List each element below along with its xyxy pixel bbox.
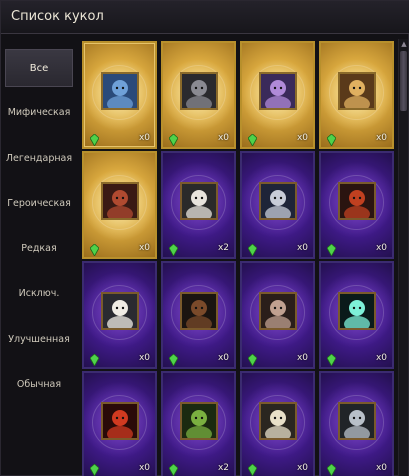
filter-heroic[interactable]: Героическая	[5, 184, 73, 222]
green-gem-icon	[168, 461, 179, 476]
filter-label: Героическая	[7, 197, 71, 209]
doll-card[interactable]: x0	[240, 41, 315, 149]
doll-list-window: Список кукол Все Мифическая Легендарная …	[0, 0, 409, 476]
blue-armored-knight-portrait-icon	[101, 72, 139, 110]
green-gem-icon	[326, 461, 337, 476]
doll-card[interactable]: x2	[161, 151, 236, 259]
green-gem-icon	[168, 131, 179, 147]
green-gem-icon	[89, 351, 100, 367]
filter-improved[interactable]: Улучшенная	[5, 320, 73, 358]
green-gem-icon	[89, 461, 100, 476]
doll-card[interactable]: x0	[319, 261, 394, 369]
filter-all[interactable]: Все	[5, 49, 73, 87]
doll-count: x0	[296, 463, 308, 473]
green-gem-icon	[247, 461, 258, 476]
doll-count: x0	[138, 463, 150, 473]
doll-count: x0	[375, 243, 387, 253]
doll-card[interactable]: x0	[240, 151, 315, 259]
doll-count: x0	[375, 463, 387, 473]
doll-count: x0	[138, 243, 150, 253]
green-gem-icon	[326, 241, 337, 257]
doll-card[interactable]: x0	[319, 41, 394, 149]
filter-label: Все	[29, 62, 49, 74]
filter-mythic[interactable]: Мифическая	[5, 93, 73, 131]
filter-legendary[interactable]: Легендарная	[5, 139, 73, 177]
green-gem-icon	[168, 241, 179, 257]
doll-count: x2	[217, 463, 229, 473]
dark-armored-knight-portrait-icon	[180, 72, 218, 110]
green-gem-icon	[247, 241, 258, 257]
title-bar: Список кукол	[1, 1, 409, 34]
filter-label: Улучшенная	[8, 333, 70, 345]
doll-card[interactable]: x2	[161, 371, 236, 476]
filter-label: Редкая	[21, 242, 57, 254]
scroll-up-icon[interactable]: ▲	[399, 39, 409, 49]
doll-count: x0	[296, 353, 308, 363]
scroll-thumb[interactable]	[400, 51, 407, 111]
doll-count: x0	[217, 133, 229, 143]
green-goblin-portrait-icon	[180, 402, 218, 440]
white-haired-elf-portrait-icon	[101, 292, 139, 330]
doll-card[interactable]: x0	[161, 41, 236, 149]
doll-count: x0	[296, 133, 308, 143]
doll-card[interactable]: x0	[240, 371, 315, 476]
rarity-filter-sidebar: Все Мифическая Легендарная Героическая Р…	[1, 41, 75, 476]
doll-count: x2	[217, 243, 229, 253]
green-gem-icon	[247, 131, 258, 147]
green-gem-icon	[168, 351, 179, 367]
red-dwarf-portrait-icon	[338, 182, 376, 220]
white-haired-girl-portrait-icon	[180, 182, 218, 220]
doll-count: x0	[375, 133, 387, 143]
green-gem-icon	[89, 241, 100, 257]
doll-card[interactable]: x0	[319, 151, 394, 259]
filter-label: Легендарная	[5, 152, 73, 164]
doll-count: x0	[217, 353, 229, 363]
filter-rare[interactable]: Редкая	[5, 229, 73, 267]
doll-card[interactable]: x0	[319, 371, 394, 476]
glowing-orb-portrait-icon	[338, 292, 376, 330]
doll-count: x0	[138, 133, 150, 143]
doll-count: x0	[138, 353, 150, 363]
window-title: Список кукол	[11, 9, 104, 24]
purple-helmed-warrior-portrait-icon	[259, 72, 297, 110]
doll-card[interactable]: x0	[161, 261, 236, 369]
scrollbar[interactable]: ▲	[398, 39, 408, 476]
antlered-spirit-portrait-icon	[259, 292, 297, 330]
doll-count: x0	[296, 243, 308, 253]
filter-common[interactable]: Обычная	[5, 365, 73, 403]
doll-grid: x0 x0 x0 x0 x0 x2 x0 x0 x0 x0 x0 x0 x0 x2 x0 x0	[79, 39, 396, 476]
green-gem-icon	[326, 351, 337, 367]
green-gem-icon	[89, 131, 100, 147]
doll-card[interactable]: x0	[82, 151, 157, 259]
doll-card[interactable]: x0	[82, 371, 157, 476]
green-gem-icon	[326, 131, 337, 147]
doll-card[interactable]: x0	[240, 261, 315, 369]
filter-label: Мифическая	[7, 106, 71, 118]
silver-haired-elf-portrait-icon	[259, 182, 297, 220]
green-gem-icon	[247, 351, 258, 367]
doll-card[interactable]: x0	[82, 41, 157, 149]
filter-label: Исключ.	[18, 287, 60, 299]
red-hooded-warrior-portrait-icon	[101, 182, 139, 220]
silver-armored-knight-portrait-icon	[338, 402, 376, 440]
doll-count: x0	[375, 353, 387, 363]
dark-beast-portrait-icon	[180, 292, 218, 330]
horned-gold-warrior-portrait-icon	[338, 72, 376, 110]
red-demon-portrait-icon	[101, 402, 139, 440]
filter-label: Обычная	[16, 378, 62, 390]
filter-exclusive[interactable]: Исключ.	[5, 274, 73, 312]
white-bearded-elder-portrait-icon	[259, 402, 297, 440]
doll-card[interactable]: x0	[82, 261, 157, 369]
